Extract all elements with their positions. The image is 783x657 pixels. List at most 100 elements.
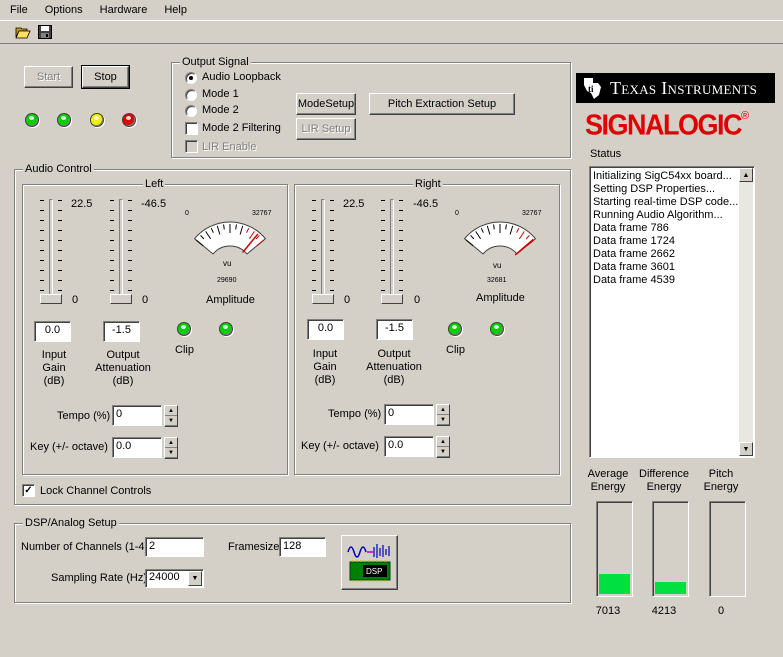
menu-file[interactable]: File: [0, 4, 35, 16]
slider-tick: [381, 200, 385, 201]
slider-tick: [312, 240, 316, 241]
slider-tick: [58, 280, 62, 281]
right-tempo-spinner[interactable]: ▲ ▼: [436, 404, 450, 426]
left-output-att-field[interactable]: -1.5: [103, 321, 140, 342]
ti-logo-text: Texas Instruments: [610, 77, 758, 98]
dsp-button[interactable]: DSP: [341, 535, 398, 590]
slider-tick: [399, 230, 403, 231]
left-key-spinner[interactable]: ▲ ▼: [164, 437, 178, 459]
status-line: Data frame 1724: [593, 235, 675, 247]
slider-tick: [381, 290, 385, 291]
scroll-down-icon[interactable]: ▼: [739, 442, 753, 456]
slider-tick: [381, 250, 385, 251]
left-amplitude-label: Amplitude: [206, 294, 255, 306]
right-channel-title: Right: [413, 178, 443, 191]
right-vu-min: 0: [455, 210, 459, 217]
slider-tick: [330, 210, 334, 211]
sampling-rate-value: 24000: [149, 571, 180, 583]
slider-tick: [330, 290, 334, 291]
slider-tick: [330, 200, 334, 201]
left-gain-ticks: [40, 200, 44, 301]
scroll-up-icon[interactable]: ▲: [739, 168, 753, 182]
left-gain-min: 0: [72, 294, 79, 306]
left-key-field[interactable]: 0.0: [112, 437, 162, 458]
left-tempo-spinner[interactable]: ▲ ▼: [164, 405, 178, 427]
right-gain-slider-thumb[interactable]: [312, 294, 334, 304]
chevron-down-icon[interactable]: ▼: [188, 571, 202, 586]
framesize-label: Framesize: [228, 541, 280, 553]
right-att-slider-thumb[interactable]: [381, 294, 403, 304]
save-disk-icon[interactable]: [35, 23, 55, 41]
slider-tick: [128, 230, 132, 231]
status-scrollbar[interactable]: ▲ ▼: [739, 168, 753, 456]
left-gain-slider-track: [49, 199, 53, 301]
right-key-field[interactable]: 0.0: [384, 436, 434, 457]
lir-enable-label: LIR Enable: [202, 141, 257, 153]
slider-tick: [128, 280, 132, 281]
right-vu-max: 32767: [522, 210, 542, 217]
lock-channel-checkbox[interactable]: ✓: [22, 484, 35, 497]
right-gain-ticks: [312, 200, 316, 301]
energy-value-3: 0: [717, 605, 725, 617]
radio-mode-2[interactable]: [185, 105, 197, 117]
slider-tick: [128, 260, 132, 261]
left-clip-led-2: [219, 322, 233, 336]
left-input-gain-field[interactable]: 0.0: [34, 321, 71, 342]
channels-label: Number of Channels (1-4): [21, 541, 149, 553]
slider-tick: [40, 210, 44, 211]
radio-mode-1[interactable]: [185, 89, 197, 101]
slider-tick: [58, 240, 62, 241]
right-input-gain-label: Input Gain (dB): [312, 348, 338, 386]
left-vu-max: 32767: [252, 210, 272, 217]
right-output-att-field[interactable]: -1.5: [376, 319, 413, 340]
dsp-chip-icon: DSP: [346, 543, 390, 582]
status-led-2: [57, 113, 71, 127]
left-att-slider-thumb[interactable]: [110, 294, 132, 304]
right-att-ticks-r: [399, 200, 403, 301]
status-lines: Initializing SigC54xx board... Setting DS…: [590, 167, 754, 287]
lock-channel-label: Lock Channel Controls: [40, 485, 152, 497]
menu-options[interactable]: Options: [35, 4, 90, 16]
right-gain-slider-track: [321, 199, 325, 301]
slider-tick: [110, 280, 114, 281]
start-button[interactable]: Start: [24, 66, 73, 88]
left-gain-slider-thumb[interactable]: [40, 294, 62, 304]
slider-tick: [40, 220, 44, 221]
pitch-extraction-setup-button[interactable]: Pitch Extraction Setup: [369, 93, 515, 115]
ti-logo: ti Texas Instruments: [576, 73, 775, 103]
open-folder-icon[interactable]: [13, 23, 33, 41]
channels-field[interactable]: 2: [145, 537, 204, 557]
mode2-filtering-checkbox[interactable]: [185, 122, 198, 135]
right-tempo-field[interactable]: 0: [384, 404, 434, 425]
energy-meter-fill: [599, 574, 630, 594]
status-line: Data frame 786: [593, 222, 669, 234]
ti-state-icon: ti: [584, 78, 601, 99]
right-att-max: -46.5: [413, 198, 439, 210]
sampling-rate-label: Sampling Rate (Hz): [51, 572, 147, 584]
left-input-gain-label: Input Gain (dB): [41, 349, 67, 387]
energy-label-1: Average Energy: [587, 468, 629, 493]
radio-audio-loopback[interactable]: [185, 72, 197, 84]
menu-hardware[interactable]: Hardware: [90, 4, 155, 16]
sampling-rate-select[interactable]: 24000 ▼: [145, 569, 204, 588]
lir-setup-button[interactable]: LIR Setup: [296, 118, 356, 140]
status-listbox[interactable]: Initializing SigC54xx board... Setting DS…: [589, 166, 755, 458]
framesize-field[interactable]: 128: [279, 537, 326, 557]
mode-setup-button[interactable]: ModeSetup: [296, 93, 356, 115]
menu-help[interactable]: Help: [154, 4, 194, 16]
left-tempo-field[interactable]: 0: [112, 405, 162, 426]
right-key-spinner[interactable]: ▲ ▼: [436, 436, 450, 458]
slider-tick: [399, 220, 403, 221]
slider-tick: [312, 290, 316, 291]
slider-tick: [312, 260, 316, 261]
slider-tick: [330, 270, 334, 271]
right-input-gain-field[interactable]: 0.0: [307, 319, 344, 340]
slider-tick: [110, 220, 114, 221]
left-att-max: -46.5: [141, 198, 167, 210]
right-vu-reading: 32681: [487, 277, 507, 284]
slider-tick: [399, 290, 403, 291]
slider-tick: [110, 290, 114, 291]
stop-button[interactable]: Stop: [81, 65, 130, 89]
energy-value-1: 7013: [595, 605, 621, 617]
lir-enable-checkbox[interactable]: [185, 140, 198, 153]
